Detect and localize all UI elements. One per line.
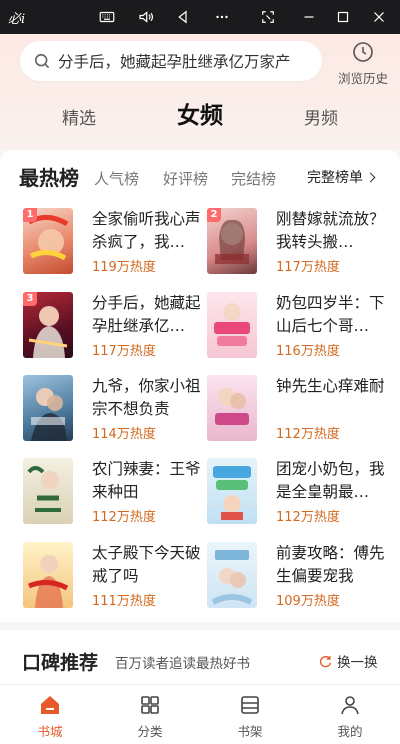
window-title-bar: 必i	[0, 0, 400, 34]
book-cover	[207, 458, 257, 524]
tab-female[interactable]: 女频	[177, 96, 223, 130]
nav-label: 分类	[137, 724, 163, 739]
nav-label: 书城	[37, 724, 63, 739]
nav-category[interactable]: 分类	[120, 693, 180, 740]
book-heat: 117万热度	[276, 260, 340, 275]
full-list-label: 完整榜单	[307, 170, 363, 186]
close-icon[interactable]	[367, 5, 391, 29]
recommend-subtitle: 百万读者追读最热好书	[115, 656, 250, 672]
book-heat: 112万热度	[276, 510, 340, 525]
volume-icon[interactable]	[134, 5, 158, 29]
rank-tab-popular[interactable]: 人气榜	[94, 168, 139, 189]
nav-label: 我的	[337, 724, 363, 739]
book-item[interactable]: 九爷，你家小祖宗不想负责 114万热度	[23, 375, 203, 442]
rank-tab-rated[interactable]: 好评榜	[163, 168, 208, 189]
chevron-right-icon	[365, 172, 376, 183]
ranking-tabs: 最热榜 人气榜 好评榜 完结榜 完整榜单	[0, 162, 400, 192]
ranking-card: 最热榜 人气榜 好评榜 完结榜 完整榜单 1 全家偷听我心声杀疯了，我… 119…	[0, 150, 400, 622]
grid-icon	[141, 696, 159, 714]
book-title: 刚替嫁就流放？我转头搬…	[276, 210, 385, 251]
book-item[interactable]: 钟先生心痒难耐 112万热度	[207, 375, 387, 442]
book-heat: 117万热度	[92, 344, 156, 359]
tab-male[interactable]: 男频	[304, 104, 338, 129]
book-cover	[23, 542, 73, 608]
screenshot-icon[interactable]	[256, 5, 280, 29]
book-item[interactable]: 团宠小奶包，我是全皇朝最… 112万热度	[207, 458, 387, 525]
book-item[interactable]: 2 刚替嫁就流放？我转头搬… 117万热度	[207, 208, 387, 275]
book-cover: 2	[207, 208, 257, 274]
bookshelf-icon	[241, 696, 259, 714]
book-title: 太子殿下今天破戒了吗	[92, 544, 201, 585]
bottom-nav: 书城 分类 书架 我的	[0, 684, 400, 744]
minimize-icon[interactable]	[297, 5, 321, 29]
book-title: 农门辣妻：王爷来种田	[92, 460, 201, 501]
book-title: 奶包四岁半：下山后七个哥…	[276, 294, 385, 335]
book-cover: 3	[23, 292, 73, 358]
book-heat: 112万热度	[276, 427, 340, 442]
book-item[interactable]: 3 分手后，她藏起孕肚继承亿… 117万热度	[23, 292, 203, 359]
clock-icon	[353, 42, 373, 62]
nav-profile[interactable]: 我的	[320, 693, 380, 740]
book-item[interactable]: 农门辣妻：王爷来种田 112万热度	[23, 458, 203, 525]
book-cover	[23, 458, 73, 524]
history-label: 浏览历史	[337, 71, 388, 86]
book-cover	[207, 542, 257, 608]
book-heat: 111万热度	[92, 594, 156, 609]
rank-badge: 2	[207, 208, 221, 222]
book-heat: 109万热度	[276, 594, 340, 609]
refresh-icon	[319, 655, 332, 667]
nav-label: 书架	[237, 724, 263, 739]
nav-bookstore[interactable]: 书城	[20, 693, 80, 740]
book-item[interactable]: 奶包四岁半：下山后七个哥… 116万热度	[207, 292, 387, 359]
swap-label: 换一换	[337, 655, 378, 671]
book-title: 全家偷听我心声杀疯了，我…	[92, 210, 201, 251]
keyboard-icon[interactable]	[95, 5, 119, 29]
swap-button[interactable]: 换一换	[318, 651, 378, 671]
book-title: 前妻攻略：傅先生偏要宠我	[276, 544, 385, 585]
search-icon	[34, 53, 50, 69]
book-cover	[207, 375, 257, 441]
book-heat: 119万热度	[92, 260, 156, 275]
user-icon	[341, 696, 359, 715]
rank-badge: 3	[23, 292, 37, 306]
channel-tabs: 精选 女频 男频	[0, 96, 400, 136]
header: 分手后，她藏起孕肚继承亿万家产 浏览历史 精选 女频 男频	[0, 34, 400, 150]
search-bar[interactable]: 分手后，她藏起孕肚继承亿万家产	[20, 41, 322, 81]
book-heat: 114万热度	[92, 427, 156, 442]
book-item[interactable]: 太子殿下今天破戒了吗 111万热度	[23, 542, 203, 609]
book-heat: 116万热度	[276, 344, 340, 359]
rank-tab-completed[interactable]: 完结榜	[231, 168, 276, 189]
book-cover	[207, 292, 257, 358]
book-item[interactable]: 1 全家偷听我心声杀疯了，我… 119万热度	[23, 208, 203, 275]
more-icon[interactable]	[210, 5, 234, 29]
rank-badge: 1	[23, 208, 37, 222]
back-icon[interactable]	[171, 5, 195, 29]
book-item[interactable]: 前妻攻略：傅先生偏要宠我 109万热度	[207, 542, 387, 609]
window-title: 必i	[8, 12, 26, 27]
recommend-section: 口碑推荐 百万读者追读最热好书 换一换	[0, 630, 400, 684]
book-title: 分手后，她藏起孕肚继承亿…	[92, 294, 201, 335]
home-icon	[41, 696, 59, 714]
history-button[interactable]: 浏览历史	[332, 40, 394, 87]
book-title: 九爷，你家小祖宗不想负责	[92, 377, 201, 418]
tab-featured[interactable]: 精选	[62, 104, 96, 129]
book-title: 团宠小奶包，我是全皇朝最…	[276, 460, 385, 501]
book-title: 钟先生心痒难耐	[276, 377, 385, 395]
maximize-icon[interactable]	[331, 5, 355, 29]
rank-tab-hottest[interactable]: 最热榜	[19, 162, 79, 191]
book-cover	[23, 375, 73, 441]
book-heat: 112万热度	[92, 510, 156, 525]
recommend-title: 口碑推荐	[22, 652, 99, 674]
nav-bookshelf[interactable]: 书架	[220, 693, 280, 740]
search-input[interactable]: 分手后，她藏起孕肚继承亿万家产	[58, 50, 308, 72]
book-cover: 1	[23, 208, 73, 274]
full-list-link[interactable]: 完整榜单	[307, 167, 376, 187]
